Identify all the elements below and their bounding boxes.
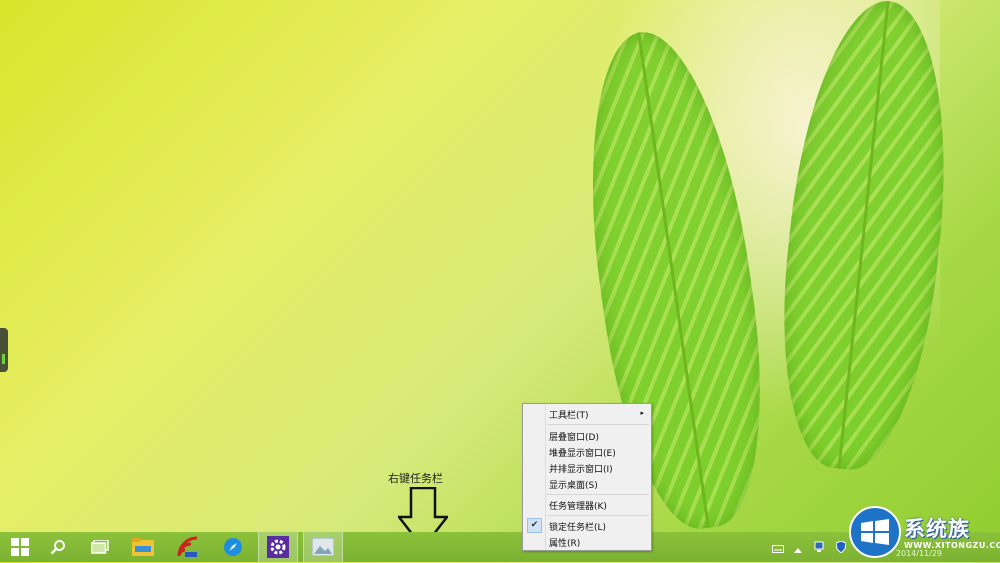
menu-item-stack-windows[interactable]: 堆叠显示窗口(E) (523, 444, 651, 459)
menu-separator (547, 494, 649, 495)
windows-start-icon[interactable] (0, 532, 40, 562)
taskbar-context-menu: 工具栏(T) ▸ 层叠窗口(D) 堆叠显示窗口(E) 并排显示窗口(I) 显示桌… (522, 403, 652, 551)
menu-item-label: 层叠窗口(D) (549, 433, 599, 443)
watermark-brand: 系统族 (904, 517, 970, 541)
windows-logo-icon (849, 506, 901, 558)
keyboard-icon[interactable] (772, 538, 784, 557)
network-icon[interactable] (814, 538, 824, 557)
menu-item-label: 显示桌面(S) (549, 481, 598, 491)
watermark-url: WWW.XITONGZU.COM (904, 541, 1000, 550)
side-edge-indicator (2, 354, 5, 364)
menu-item-label: 任务管理器(K) (549, 502, 607, 512)
checkmark-icon: ✔ (527, 518, 542, 533)
menu-separator (547, 515, 649, 516)
menu-item-toolbars[interactable]: 工具栏(T) ▸ (523, 406, 651, 421)
desktop-wallpaper (0, 0, 1000, 562)
file-explorer-icon[interactable] (123, 532, 163, 562)
menu-item-label: 锁定任务栏(L) (549, 523, 607, 533)
submenu-arrow-icon: ▸ (640, 409, 644, 417)
side-edge-handle[interactable] (0, 328, 8, 372)
menu-item-label: 并排显示窗口(I) (549, 465, 613, 475)
menu-item-task-manager[interactable]: 任务管理器(K) (523, 497, 651, 512)
shield-icon[interactable] (835, 538, 847, 557)
search-icon[interactable] (38, 532, 78, 562)
menu-item-label: 属性(R) (549, 539, 581, 549)
menu-item-side-by-side[interactable]: 并排显示窗口(I) (523, 460, 651, 475)
chevron-up-icon[interactable] (794, 538, 802, 557)
menu-item-cascade-windows[interactable]: 层叠窗口(D) (523, 428, 651, 443)
menu-separator (547, 424, 649, 425)
site-watermark: 系统族 WWW.XITONGZU.COM (848, 505, 1000, 562)
menu-item-lock-taskbar[interactable]: ✔ 锁定任务栏(L) (523, 518, 651, 533)
menu-item-label: 堆叠显示窗口(E) (549, 449, 616, 459)
menu-item-label: 工具栏(T) (549, 411, 589, 421)
rss-app-icon[interactable] (168, 532, 208, 562)
compass-browser-icon[interactable] (213, 532, 253, 562)
menu-item-properties[interactable]: 属性(R) (523, 534, 651, 549)
menu-item-show-desktop[interactable]: 显示桌面(S) (523, 476, 651, 491)
task-view-icon[interactable] (80, 532, 120, 562)
annotation-label: 右键任务栏 (388, 472, 443, 485)
photo-viewer-icon[interactable] (303, 532, 343, 562)
settings-gear-icon[interactable] (258, 532, 298, 562)
system-tray (772, 532, 847, 562)
